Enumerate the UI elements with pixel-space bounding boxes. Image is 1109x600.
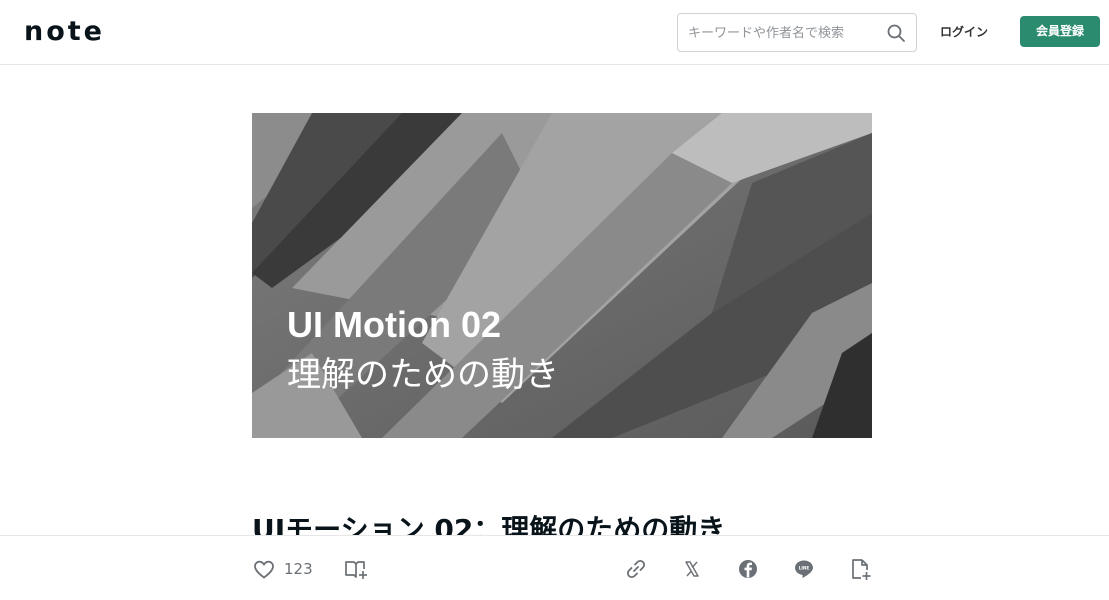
site-header: note ログイン 会員登録 [0, 0, 1109, 65]
like-count: 123 [284, 560, 313, 578]
search-box[interactable] [677, 13, 917, 52]
embed-icon[interactable] [848, 557, 872, 581]
x-icon[interactable] [680, 557, 704, 581]
svg-text:LINE: LINE [799, 566, 810, 571]
heart-icon[interactable] [252, 557, 276, 581]
login-button[interactable]: ログイン [930, 22, 998, 42]
hero-title: UI Motion 02 [287, 304, 501, 345]
hero-image: UI Motion 02 理解のための動き [252, 113, 872, 438]
search-input[interactable] [686, 20, 876, 46]
magazine-add-icon[interactable] [344, 557, 368, 581]
search-icon[interactable] [886, 23, 906, 43]
hero-subtitle: 理解のための動き [287, 355, 559, 395]
action-bar: 123 LINE [0, 535, 1109, 600]
note-logo[interactable]: note [24, 18, 105, 46]
link-icon[interactable] [624, 557, 648, 581]
facebook-icon[interactable] [736, 557, 760, 581]
signup-button[interactable]: 会員登録 [1020, 16, 1100, 47]
line-icon[interactable]: LINE [792, 557, 816, 581]
